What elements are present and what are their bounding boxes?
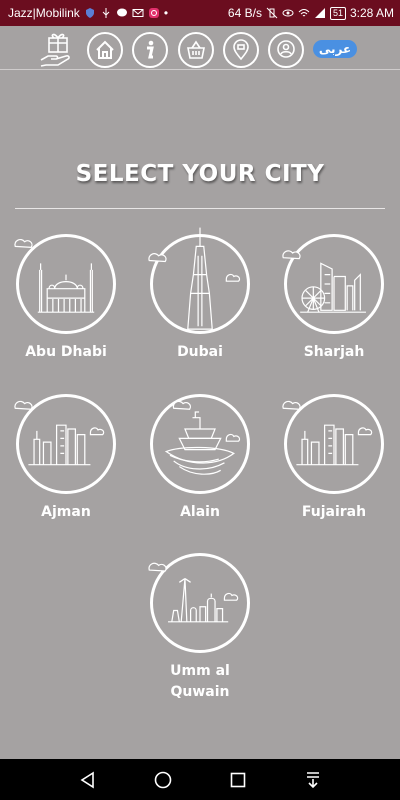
status-bar: Jazz|Mobilink • 64 B/s 51 3:28 AM xyxy=(0,0,400,26)
city-sharjah[interactable]: Sharjah xyxy=(274,234,394,363)
notification-pull-button[interactable] xyxy=(298,765,328,795)
city-icon-ring xyxy=(14,394,116,494)
signal-icon xyxy=(314,8,325,18)
eye-comfort-icon xyxy=(282,9,294,17)
city-label: Ajman xyxy=(41,504,91,520)
vibrate-off-icon xyxy=(266,7,278,19)
home-circle-icon xyxy=(154,771,171,788)
basket-button[interactable] xyxy=(178,32,214,68)
info-icon xyxy=(147,40,154,59)
instagram-icon xyxy=(148,8,159,18)
city-icon-ring xyxy=(282,234,384,334)
location-button[interactable] xyxy=(223,32,259,68)
carrier-label: Jazz|Mobilink xyxy=(8,6,80,20)
email-icon xyxy=(132,9,144,17)
chat-button[interactable] xyxy=(268,32,304,68)
back-button[interactable] xyxy=(73,765,103,795)
city-icon-ring xyxy=(148,553,250,653)
info-button[interactable] xyxy=(132,32,168,68)
city-ajman[interactable]: Ajman xyxy=(6,394,126,523)
message-icon xyxy=(116,8,127,17)
more-notifications-dot: • xyxy=(163,6,169,20)
location-icon xyxy=(233,39,249,61)
city-label: Abu Dhabi xyxy=(25,344,107,360)
system-nav-bar xyxy=(0,759,400,800)
recents-button[interactable] xyxy=(223,765,253,795)
city-alain[interactable]: Alain xyxy=(140,394,260,523)
gift-hand-icon[interactable] xyxy=(40,30,76,68)
title-divider xyxy=(15,208,385,209)
chat-icon xyxy=(277,40,295,58)
city-icon-ring xyxy=(282,394,384,494)
city-umm-al-quwain[interactable]: Umm al Quwain xyxy=(140,553,260,703)
city-label: Dubai xyxy=(177,344,223,360)
recents-icon xyxy=(230,772,245,787)
wifi-icon xyxy=(298,9,310,17)
city-label: Sharjah xyxy=(303,344,365,360)
top-nav: عربى xyxy=(0,26,400,70)
home-icon xyxy=(96,40,114,59)
back-icon xyxy=(80,771,94,788)
city-fujairah[interactable]: Fujairah xyxy=(274,394,394,523)
burj-khalifa-icon xyxy=(148,227,241,330)
home-system-button[interactable] xyxy=(148,765,178,795)
ship-icon xyxy=(164,400,241,475)
ajman-skyline-icon xyxy=(14,400,105,466)
city-label-line1: Umm al xyxy=(170,663,230,679)
basket-icon xyxy=(187,40,205,59)
sharjah-skyline-icon xyxy=(282,250,366,313)
mosque-icon xyxy=(14,239,95,313)
network-speed: 64 B/s xyxy=(227,6,262,20)
usb-icon xyxy=(102,8,110,18)
city-icon-ring xyxy=(14,234,116,334)
city-abu-dhabi[interactable]: Abu Dhabi xyxy=(6,234,126,363)
city-label: Fujairah xyxy=(301,504,367,520)
city-label-line2: Quwain xyxy=(170,684,230,700)
clock: 3:28 AM xyxy=(349,6,394,20)
city-icon-ring xyxy=(148,227,250,334)
notification-pull-icon xyxy=(306,771,319,788)
battery-indicator: 51 xyxy=(329,6,346,20)
city-icon-ring xyxy=(150,394,250,494)
city-dubai[interactable]: Dubai xyxy=(140,227,260,363)
city-label: Umm al Quwain xyxy=(140,661,260,703)
fujairah-skyline-icon xyxy=(282,400,373,466)
language-toggle-button[interactable]: عربى xyxy=(313,40,357,58)
city-label: Alain xyxy=(180,504,220,520)
shield-icon xyxy=(85,8,94,18)
page-title: SELECT YOUR CITY xyxy=(75,161,325,187)
umm-al-quwain-skyline-icon xyxy=(148,562,239,623)
home-button[interactable] xyxy=(87,32,123,68)
